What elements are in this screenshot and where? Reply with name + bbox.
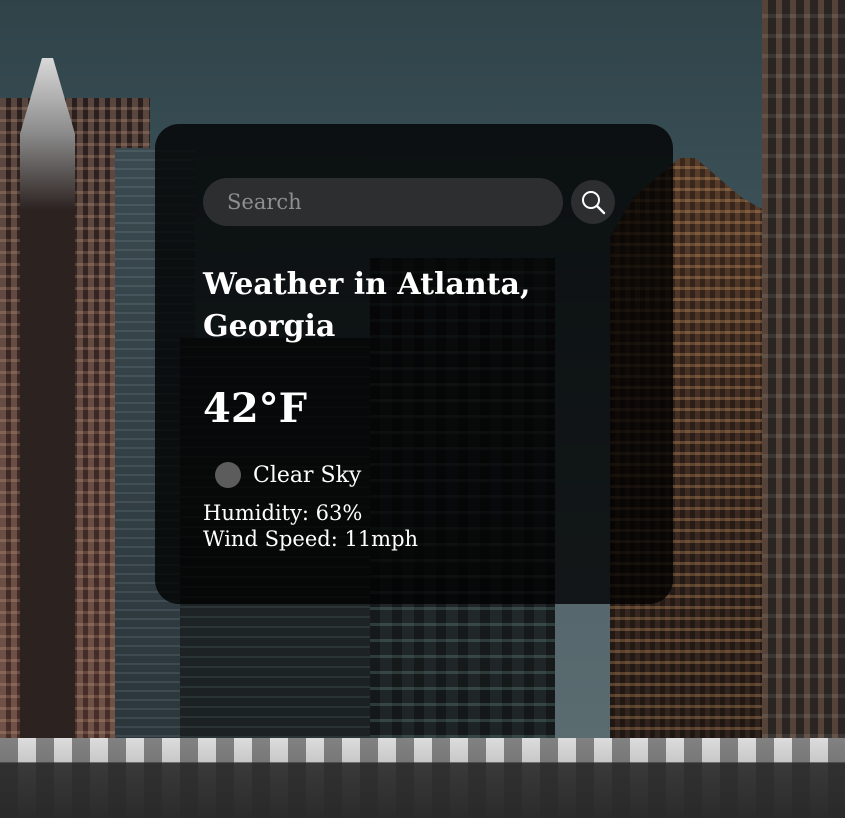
weather-description-row: Clear Sky [203, 462, 625, 488]
humidity: Humidity: 63% [203, 501, 363, 525]
building-left-spire [20, 58, 75, 818]
weather-condition-icon [215, 462, 241, 488]
search-icon [580, 189, 606, 215]
search-bar [203, 178, 625, 226]
building-far-right [762, 0, 845, 818]
weather-description: Clear Sky [253, 462, 362, 488]
city-title: Weather in Atlanta, Georgia [203, 267, 531, 344]
search-input[interactable] [203, 178, 563, 226]
weather-card: Weather in Atlanta, Georgia 42°F Clear S… [155, 124, 673, 604]
temperature: 42°F [203, 385, 308, 432]
building-bottom-row [0, 738, 845, 818]
search-button[interactable] [571, 180, 615, 224]
background-cityscape: Weather in Atlanta, Georgia 42°F Clear S… [0, 0, 845, 818]
wind-speed: Wind Speed: 11mph [203, 527, 419, 551]
